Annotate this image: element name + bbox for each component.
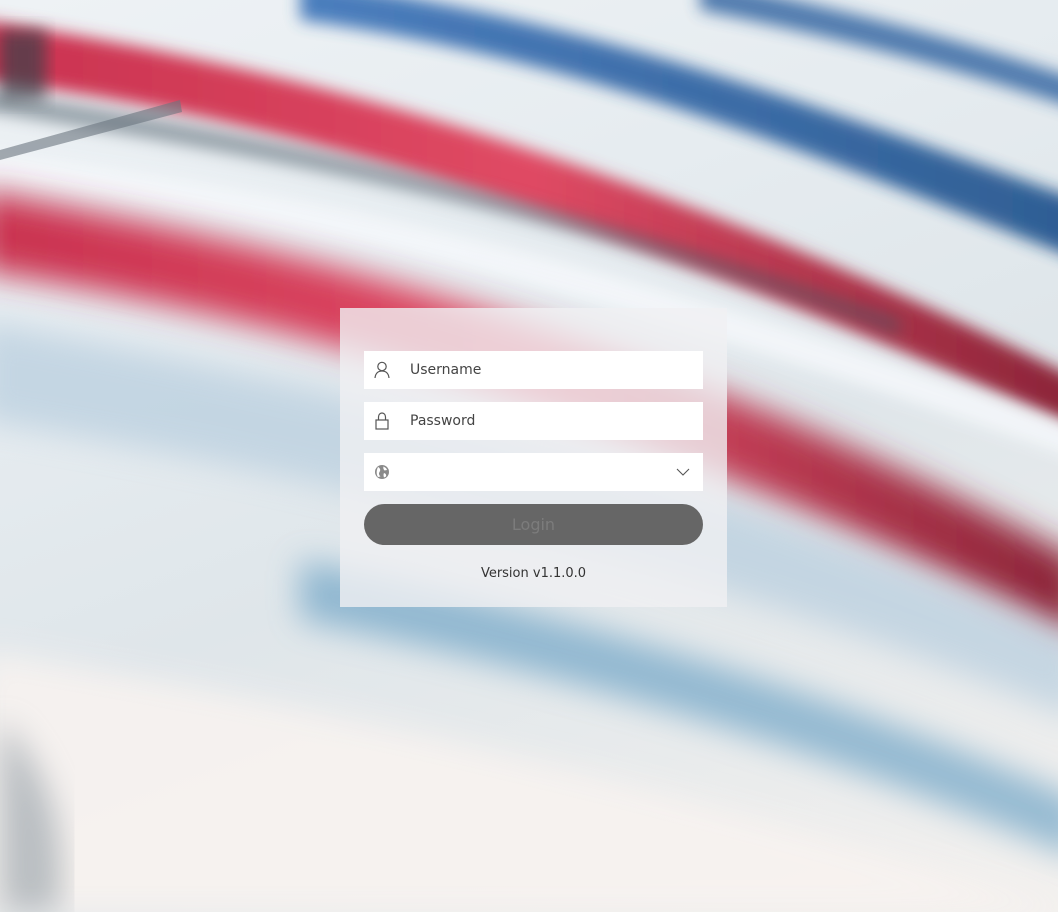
region-select[interactable] [364, 453, 703, 491]
globe-icon [372, 462, 392, 482]
password-field[interactable] [364, 402, 703, 440]
username-field[interactable] [364, 351, 703, 389]
version-label: Version v1.1.0.0 [480, 566, 587, 581]
username-input[interactable] [410, 362, 680, 378]
password-input[interactable] [410, 413, 680, 429]
chevron-down-icon [673, 462, 693, 482]
user-icon [372, 360, 392, 380]
login-card: Login Version v1.1.0.0 [340, 308, 727, 607]
login-button[interactable]: Login [364, 504, 703, 545]
lock-icon [372, 411, 392, 431]
